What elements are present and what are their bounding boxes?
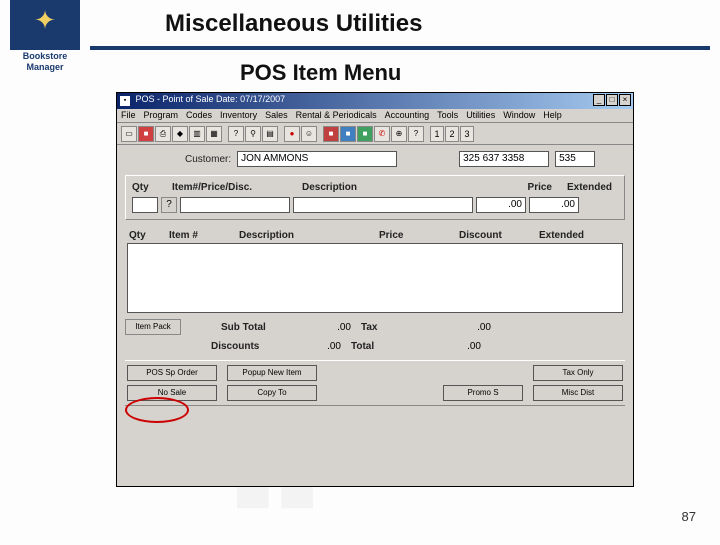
menu-utilities[interactable]: Utilities xyxy=(466,110,495,121)
pos-sp-order-button[interactable]: POS Sp Order xyxy=(127,365,217,381)
menu-help[interactable]: Help xyxy=(543,110,562,121)
menu-inventory[interactable]: Inventory xyxy=(220,110,257,121)
extended-input[interactable]: .00 xyxy=(529,197,579,213)
brand-logo: ✦ Bookstore Manager xyxy=(10,0,80,70)
close-button[interactable]: × xyxy=(619,94,631,106)
page-title: Miscellaneous Utilities xyxy=(165,10,422,38)
toolbar-icon[interactable]: ▤ xyxy=(262,126,278,142)
toolbar-num-1[interactable]: 1 xyxy=(430,126,444,142)
menu-program[interactable]: Program xyxy=(144,110,179,121)
page-number: 87 xyxy=(682,509,696,524)
pos-window: ▪ POS - Point of Sale Date: 07/17/2007 _… xyxy=(116,92,634,487)
promo-button[interactable]: Promo S xyxy=(443,385,523,401)
toolbar-icon[interactable]: ▭ xyxy=(121,126,137,142)
popup-new-item-button[interactable]: Popup New Item xyxy=(227,365,317,381)
grid-header-discount: Discount xyxy=(459,230,539,241)
grid-header-qty: Qty xyxy=(129,230,169,241)
toolbar-icon[interactable]: ■ xyxy=(340,126,356,142)
menubar: File Program Codes Inventory Sales Renta… xyxy=(117,109,633,123)
toolbar-icon[interactable]: ■ xyxy=(357,126,373,142)
window-title: POS - Point of Sale Date: 07/17/2007 xyxy=(136,94,286,104)
lookup-button[interactable]: ? xyxy=(161,197,177,213)
customer-name-field[interactable]: JON AMMONS xyxy=(237,151,397,167)
minimize-button[interactable]: _ xyxy=(593,94,605,106)
discounts-value: .00 xyxy=(291,341,341,352)
menu-window[interactable]: Window xyxy=(503,110,535,121)
window-titlebar: ▪ POS - Point of Sale Date: 07/17/2007 _… xyxy=(117,93,633,109)
toolbar-icon[interactable]: ▥ xyxy=(189,126,205,142)
header-item: Item#/Price/Disc. xyxy=(172,182,302,193)
menu-rental[interactable]: Rental & Periodicals xyxy=(296,110,377,121)
title-rule xyxy=(90,46,710,50)
toolbar-icon[interactable]: ◆ xyxy=(172,126,188,142)
header-price: Price xyxy=(462,182,552,193)
toolbar-icon[interactable]: ✆ xyxy=(374,126,390,142)
maximize-button[interactable]: □ xyxy=(606,94,618,106)
discounts-label: Discounts xyxy=(211,341,281,352)
menu-codes[interactable]: Codes xyxy=(186,110,212,121)
help-icon[interactable]: ? xyxy=(228,126,244,142)
item-input[interactable] xyxy=(180,197,290,213)
description-input[interactable] xyxy=(293,197,473,213)
grid-header-price: Price xyxy=(379,230,459,241)
header-description: Description xyxy=(302,182,462,193)
total-value: .00 xyxy=(431,341,481,352)
app-icon: ▪ xyxy=(120,96,130,106)
header-extended: Extended xyxy=(552,182,612,193)
toolbar-icon[interactable]: ☺ xyxy=(301,126,317,142)
menu-sales[interactable]: Sales xyxy=(265,110,288,121)
qty-input[interactable] xyxy=(132,197,158,213)
item-pack-button[interactable]: Item Pack xyxy=(125,319,181,335)
subtotal-value: .00 xyxy=(301,322,351,333)
total-label: Total xyxy=(351,341,421,352)
menu-file[interactable]: File xyxy=(121,110,136,121)
print-icon[interactable]: ⎙ xyxy=(155,126,171,142)
price-input[interactable]: .00 xyxy=(476,197,526,213)
tax-only-button[interactable]: Tax Only xyxy=(533,365,623,381)
misc-dist-button[interactable]: Misc Dist xyxy=(533,385,623,401)
tax-label: Tax xyxy=(361,322,431,333)
grid-header-item: Item # xyxy=(169,230,239,241)
copy-to-button[interactable]: Copy To xyxy=(227,385,317,401)
toolbar-icon[interactable]: ■ xyxy=(138,126,154,142)
toolbar-num-3[interactable]: 3 xyxy=(460,126,474,142)
customer-phone-field[interactable]: 325 637 3358 xyxy=(459,151,549,167)
entry-section: Qty Item#/Price/Disc. Description Price … xyxy=(125,175,625,220)
globe-icon[interactable]: ⊕ xyxy=(391,126,407,142)
toolbar-num-2[interactable]: 2 xyxy=(445,126,459,142)
line-items-grid[interactable] xyxy=(127,243,623,313)
toolbar-icon[interactable]: ■ xyxy=(323,126,339,142)
page-subtitle: POS Item Menu xyxy=(240,60,401,86)
grid-header-description: Description xyxy=(239,230,379,241)
customer-label: Customer: xyxy=(185,154,231,165)
tax-value: .00 xyxy=(441,322,491,333)
toolbar: ▭ ■ ⎙ ◆ ▥ ▦ ? ⚲ ▤ ● ☺ ■ ■ ■ ✆ ⊕ ? 1 2 3 xyxy=(117,123,633,145)
subtotal-label: Sub Total xyxy=(221,322,291,333)
search-icon[interactable]: ⚲ xyxy=(245,126,261,142)
toolbar-icon[interactable]: ▦ xyxy=(206,126,222,142)
customer-code-field[interactable]: 535 xyxy=(555,151,595,167)
stop-icon[interactable]: ● xyxy=(284,126,300,142)
header-qty: Qty xyxy=(132,182,172,193)
help-icon[interactable]: ? xyxy=(408,126,424,142)
menu-accounting[interactable]: Accounting xyxy=(385,110,430,121)
no-sale-button[interactable]: No Sale xyxy=(127,385,217,401)
menu-tools[interactable]: Tools xyxy=(437,110,458,121)
grid-header-extended: Extended xyxy=(539,230,609,241)
